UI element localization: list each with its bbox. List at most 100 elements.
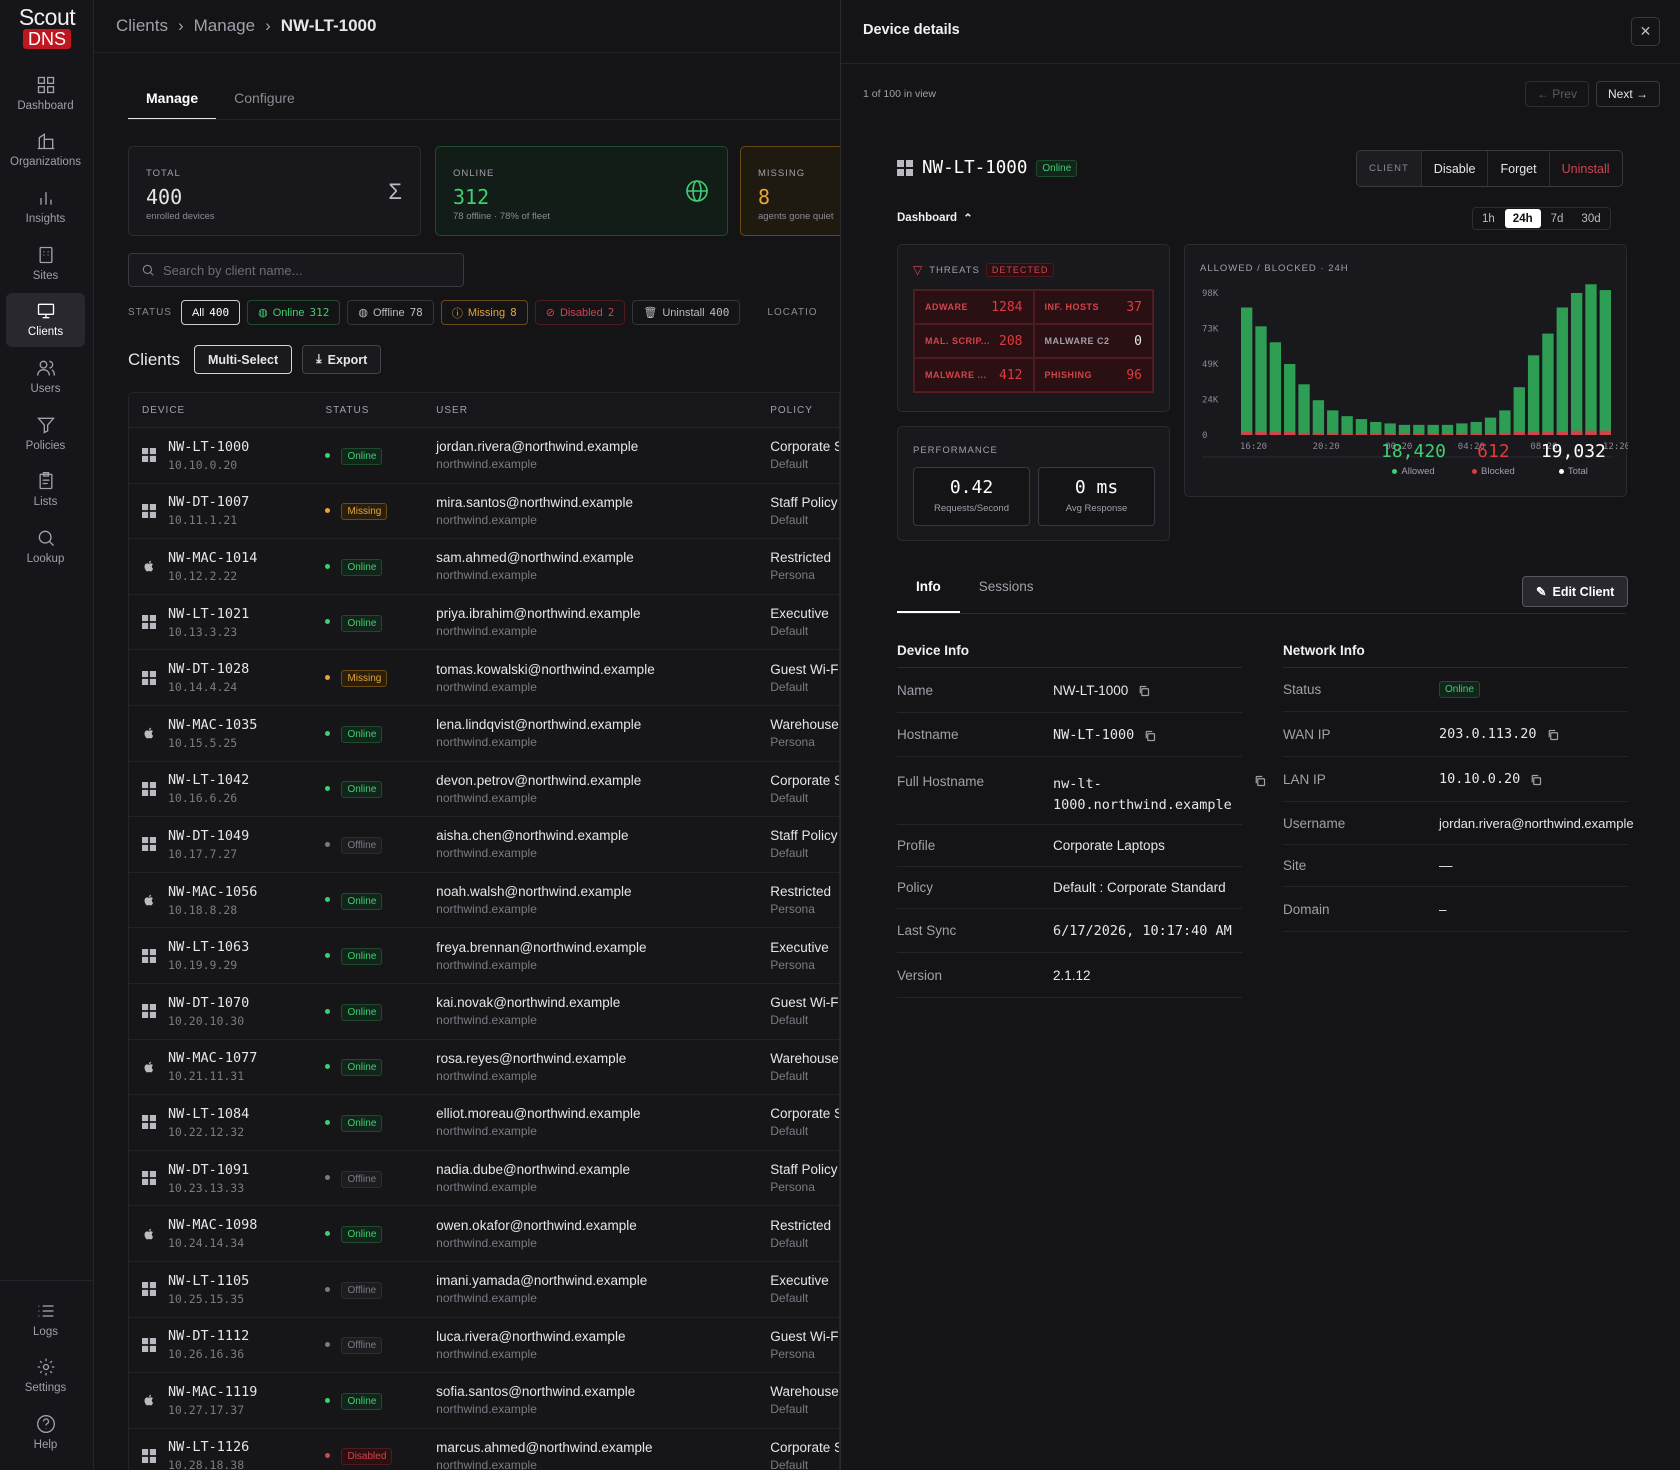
sidebar-item-clients[interactable]: Clients: [6, 292, 85, 347]
status-cell: Offline: [325, 1280, 436, 1299]
table-row[interactable]: NW-MAC-1098 10.24.14.34 Online owen.okafor@…: [129, 1206, 839, 1262]
close-button[interactable]: ✕: [1631, 17, 1660, 46]
copy-icon[interactable]: [1254, 774, 1266, 787]
device-name: NW-MAC-1014: [168, 549, 258, 566]
edit-client-button[interactable]: ✎ Edit Client: [1522, 576, 1629, 607]
range-24h[interactable]: 24h: [1504, 209, 1541, 228]
table-row[interactable]: NW-DT-1028 10.14.4.24 Missing tomas.kowalsk…: [129, 650, 839, 706]
next-button[interactable]: Next →: [1595, 81, 1660, 107]
blocked-bar: [1255, 432, 1267, 435]
table-row[interactable]: NW-LT-1021 10.13.3.23 Online priya.ibrahim@…: [129, 594, 839, 651]
logs-icon: [38, 1304, 53, 1317]
breadcrumb-clients[interactable]: Clients: [116, 16, 168, 36]
filter-missing[interactable]: ⓘ Missing 8: [440, 300, 528, 325]
breadcrumb: Clients › Manage › NW-LT-1000: [116, 16, 376, 36]
device-cell: NW-MAC-1056 10.18.8.28: [129, 884, 325, 917]
forget-button[interactable]: Forget: [1488, 151, 1550, 186]
device-ip: 10.12.2.22: [168, 568, 238, 583]
range-7d[interactable]: 7d: [1543, 209, 1572, 228]
threat-cell[interactable]: INF. HOSTS 37: [1033, 290, 1153, 324]
user-cell: lena.lindqvist@northwind.example northwin…: [436, 717, 770, 749]
sidebar-item-insights[interactable]: Insights: [6, 179, 85, 233]
filter-uninstall[interactable]: 🗑︎ Uninstall 400: [632, 300, 741, 325]
table-row[interactable]: NW-DT-1070 10.20.10.30 Online kai.novak@nor…: [129, 983, 839, 1040]
table-row[interactable]: NW-LT-1000 10.10.0.20 Online jordan.rivera@…: [129, 428, 839, 484]
table-row[interactable]: NW-DT-1091 10.23.13.33 Offline nadia.dube@n…: [129, 1150, 839, 1207]
sigma-icon: Σ: [388, 179, 402, 204]
tab-manage[interactable]: Manage: [128, 90, 217, 120]
scoutdns-logo[interactable]: Scout DNS: [16, 6, 78, 49]
table-row[interactable]: NW-LT-1084 10.22.12.32 Online elliot.moreau…: [129, 1095, 839, 1151]
threat-cell[interactable]: MAL. SCRIP... 208: [914, 324, 1034, 358]
dashboard-toggle[interactable]: Dashboard ⌃: [897, 211, 973, 225]
location-label: LOCATIO: [767, 307, 818, 318]
multi-select-button[interactable]: Multi-Select: [193, 345, 293, 374]
chip-count: 312: [309, 306, 330, 319]
threat-cell[interactable]: PHISHING 96: [1033, 358, 1153, 392]
col-status[interactable]: STATUS: [325, 405, 436, 416]
stat-label: TOTAL: [146, 168, 181, 179]
user-domain: northwind.example: [436, 1346, 537, 1361]
search-input[interactable]: Search by client name...: [128, 253, 464, 287]
allowed-bar: [1527, 355, 1540, 435]
sidebar-item-lists[interactable]: Lists: [6, 463, 85, 517]
table-row[interactable]: NW-LT-1042 10.16.6.26 Online devon.petrov@n…: [129, 761, 839, 818]
table-row[interactable]: NW-MAC-1035 10.15.5.25 Online lena.lindqvis…: [129, 705, 839, 762]
filter-offline[interactable]: ◍ Offline 78: [347, 300, 434, 325]
sidebar-item-users[interactable]: Users: [6, 350, 85, 404]
table-row[interactable]: NW-MAC-1077 10.21.11.31 Online rosa.reyes@n…: [129, 1039, 839, 1096]
table-row[interactable]: NW-LT-1126 10.28.18.38 Disabled marcus.ahme…: [129, 1428, 839, 1470]
x-tick-label: 20:20: [1313, 442, 1340, 452]
filter-all[interactable]: All 400: [180, 300, 241, 325]
copy-icon[interactable]: [1530, 773, 1542, 786]
copy-icon[interactable]: [1144, 729, 1156, 741]
tab-info[interactable]: Info: [897, 579, 960, 613]
tab-configure[interactable]: Configure: [216, 90, 313, 120]
col-policy[interactable]: POLICY: [770, 405, 839, 416]
user-cell: owen.okafor@northwind.example northwind.e…: [436, 1218, 770, 1250]
device-ip: 10.25.15.35: [168, 1291, 245, 1306]
col-user[interactable]: USER: [436, 405, 770, 416]
copy-icon[interactable]: [1547, 728, 1559, 741]
policy-cell: Guest Wi-F Persona: [770, 1329, 839, 1361]
sidebar-item-lookup[interactable]: Lookup: [6, 520, 85, 574]
table-row[interactable]: NW-MAC-1119 10.27.17.37 Online sofia.santos…: [129, 1373, 839, 1429]
breadcrumb-manage[interactable]: Manage: [194, 16, 255, 36]
table-row[interactable]: NW-DT-1049 10.17.7.27 Offline aisha.chen@no…: [129, 817, 839, 873]
export-button[interactable]: ⤓ Export: [302, 345, 382, 374]
device-info: NW-LT-1105 10.25.15.35: [168, 1273, 249, 1306]
table-row[interactable]: NW-LT-1105 10.25.15.35 Offline imani.yamada…: [129, 1261, 839, 1318]
uninstall-button[interactable]: Uninstall: [1550, 151, 1622, 186]
range-30d[interactable]: 30d: [1573, 209, 1608, 228]
user-email: devon.petrov@northwind.example: [436, 772, 642, 788]
device-name: NW-DT-1091: [168, 1161, 250, 1178]
disable-button[interactable]: Disable: [1422, 151, 1489, 186]
threat-cell[interactable]: MALWARE ... 412: [914, 358, 1034, 392]
threat-cell[interactable]: MALWARE C2 0: [1033, 324, 1153, 358]
sidebar-item-settings[interactable]: Settings: [6, 1349, 85, 1403]
sidebar-item-help[interactable]: Help: [6, 1405, 85, 1459]
sidebar-item-dashboard[interactable]: Dashboard: [6, 66, 85, 120]
policy-cell: Guest Wi-F Default: [770, 662, 839, 694]
table-row[interactable]: NW-DT-1007 10.11.1.21 Missing mira.santos@n…: [129, 483, 839, 540]
filter-online[interactable]: ◍ Online 312: [247, 300, 341, 325]
table-row[interactable]: NW-LT-1063 10.19.9.29 Online freya.brennan@…: [129, 928, 839, 984]
tab-sessions[interactable]: Sessions: [960, 579, 1053, 613]
status-cell: Online: [325, 557, 436, 576]
device-cell: NW-DT-1049 10.17.7.27: [129, 828, 325, 861]
sidebar-item-organizations[interactable]: Organizations: [6, 123, 85, 177]
copy-icon[interactable]: [1138, 684, 1150, 697]
filter-disabled[interactable]: ⊘ Disabled 2: [534, 300, 626, 325]
threat-cell[interactable]: ADWARE 1284: [914, 290, 1034, 324]
sidebar-item-policies[interactable]: Policies: [6, 406, 85, 460]
table-row[interactable]: NW-DT-1112 10.26.16.36 Offline luca.rivera@…: [129, 1317, 839, 1374]
table-row[interactable]: NW-MAC-1056 10.18.8.28 Online noah.walsh@no…: [129, 872, 839, 929]
total-value: 19,032: [1540, 441, 1606, 462]
col-device[interactable]: DEVICE: [129, 405, 325, 416]
sidebar-item-sites[interactable]: Sites: [6, 236, 85, 290]
user-cell: marcus.ahmed@northwind.example northwind.…: [436, 1440, 770, 1470]
range-1h[interactable]: 1h: [1474, 209, 1503, 228]
sidebar-item-logs[interactable]: Logs: [6, 1292, 85, 1346]
prev-button[interactable]: ← Prev: [1524, 81, 1589, 107]
table-row[interactable]: NW-MAC-1014 10.12.2.22 Online sam.ahmed@nor…: [129, 539, 839, 595]
